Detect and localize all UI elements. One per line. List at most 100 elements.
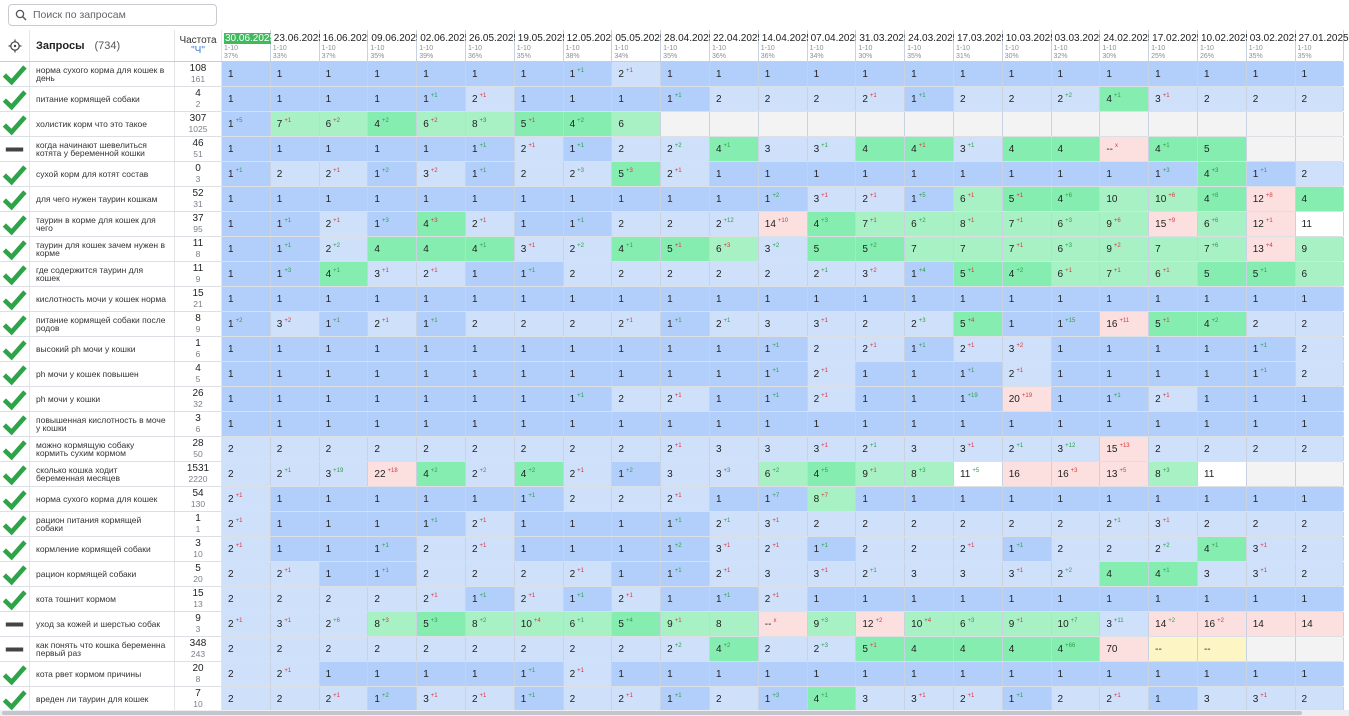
position-cell[interactable]: 2 +2 <box>465 462 515 486</box>
position-cell[interactable]: 1 <box>1100 587 1150 611</box>
position-cell[interactable]: 1 +1 <box>417 87 466 111</box>
position-cell[interactable]: 2 <box>612 437 662 461</box>
position-cell[interactable]: 1 <box>709 412 759 436</box>
position-cell[interactable]: 3 +1 <box>807 137 857 161</box>
position-cell[interactable] <box>709 112 759 136</box>
position-cell[interactable]: 2 +1 <box>514 137 564 161</box>
position-cell[interactable]: 2 +3 <box>905 312 954 336</box>
position-cell[interactable]: 2 <box>1197 512 1247 536</box>
position-cell[interactable]: 10 +7 <box>1051 612 1101 636</box>
position-cell[interactable] <box>905 112 954 136</box>
position-cell[interactable]: 1 <box>1100 62 1150 86</box>
position-cell[interactable]: 1 +1 <box>661 87 710 111</box>
position-cell[interactable]: 4 +3 <box>807 212 857 236</box>
position-cell[interactable]: 2 <box>1149 437 1198 461</box>
date-column-header[interactable]: 30.06.2025 1-10 37% <box>222 30 277 61</box>
position-cell[interactable]: 2 <box>319 637 369 661</box>
table-row[interactable]: когда начинают шевелиться котята у берем… <box>0 137 1345 162</box>
position-cell[interactable]: 2 +1 <box>563 462 613 486</box>
position-cell[interactable]: 1 <box>953 662 1003 686</box>
position-cell[interactable]: 16 <box>1002 462 1052 486</box>
position-cell[interactable]: 2 <box>1197 87 1247 111</box>
position-cell[interactable]: 1 +1 <box>807 537 857 561</box>
position-cell[interactable]: 9 +3 <box>807 612 857 636</box>
position-cell[interactable]: 2 +1 <box>709 312 759 336</box>
position-cell[interactable]: 1 <box>612 187 662 211</box>
position-cell[interactable]: 1 +5 <box>905 187 954 211</box>
position-cell[interactable]: 2 +1 <box>612 62 662 86</box>
position-cell[interactable] <box>1246 637 1296 661</box>
position-cell[interactable]: 1 <box>1051 412 1101 436</box>
position-cell[interactable]: 3 +1 <box>270 612 320 636</box>
table-row[interactable]: высокий ph мочи у кошки 1 6 1 1 1 1 1 1 1 1 1 1 1 1 +1 2… <box>0 337 1345 362</box>
position-cell[interactable]: 1 <box>905 62 954 86</box>
position-cell[interactable]: -- <box>1197 637 1247 661</box>
position-cell[interactable]: 1 <box>465 187 515 211</box>
position-cell[interactable]: 3 <box>1197 687 1247 711</box>
position-cell[interactable]: 4 <box>856 137 906 161</box>
position-cell[interactable]: 1 +1 <box>514 662 564 686</box>
position-cell[interactable]: 1 <box>856 587 906 611</box>
position-cell[interactable]: 4 +1 <box>612 237 662 261</box>
position-cell[interactable]: 1 <box>1100 337 1150 361</box>
position-cell[interactable]: 3 +1 <box>758 512 808 536</box>
position-cell[interactable]: 2 <box>319 587 369 611</box>
position-cell[interactable]: 1 +1 <box>709 587 759 611</box>
position-cell[interactable]: 1 <box>856 362 906 386</box>
position-cell[interactable]: 2 +3 <box>807 637 857 661</box>
position-cell[interactable]: 2 +1 <box>417 262 466 286</box>
position-cell[interactable]: 2 <box>1295 337 1345 361</box>
position-cell[interactable]: 8 <box>709 612 759 636</box>
position-cell[interactable]: 1 <box>465 337 515 361</box>
position-cell[interactable]: 9 +1 <box>856 462 906 486</box>
position-cell[interactable]: 1 +1 <box>905 87 954 111</box>
position-cell[interactable]: 1 <box>368 62 418 86</box>
position-cell[interactable]: 1 <box>856 387 906 411</box>
position-cell[interactable]: 4 <box>905 637 954 661</box>
position-cell[interactable]: 1 <box>514 62 564 86</box>
position-cell[interactable]: 1 <box>222 337 271 361</box>
position-cell[interactable]: 5 +1 <box>1149 312 1198 336</box>
row-status[interactable] <box>0 587 30 611</box>
position-cell[interactable]: 2 <box>270 437 320 461</box>
position-cell[interactable]: 5 +1 <box>953 262 1003 286</box>
date-column-header[interactable]: 14.04.2025 1-10 36% <box>758 30 812 61</box>
target-toggle[interactable] <box>0 30 30 61</box>
position-cell[interactable]: 4 <box>953 637 1003 661</box>
position-cell[interactable]: 1 <box>514 412 564 436</box>
position-cell[interactable]: 1 <box>368 662 418 686</box>
position-cell[interactable]: 6 +3 <box>709 237 759 261</box>
position-cell[interactable]: 3 <box>1197 562 1247 586</box>
position-cell[interactable]: 1 <box>368 137 418 161</box>
position-cell[interactable]: 2 <box>222 687 271 711</box>
position-cell[interactable]: 2 <box>368 637 418 661</box>
position-cell[interactable]: 6 +1 <box>1149 262 1198 286</box>
position-cell[interactable]: 3 +1 <box>514 237 564 261</box>
query-cell[interactable]: норма сухого корма для кошек в день <box>30 62 175 86</box>
position-cell[interactable]: 1 <box>807 587 857 611</box>
position-cell[interactable]: 1 <box>1246 287 1296 311</box>
position-cell[interactable]: 2 +1 <box>1100 512 1150 536</box>
position-cell[interactable]: 5 +3 <box>612 162 662 186</box>
position-cell[interactable]: 1 <box>563 537 613 561</box>
position-cell[interactable]: 1 <box>319 537 369 561</box>
position-cell[interactable]: 1 <box>1051 387 1101 411</box>
position-cell[interactable]: 7 <box>1149 237 1198 261</box>
position-cell[interactable]: 2 +2 <box>319 237 369 261</box>
row-status[interactable] <box>0 287 30 311</box>
position-cell[interactable]: 2 +2 <box>661 637 710 661</box>
position-cell[interactable]: 1 +1 <box>661 312 710 336</box>
position-cell[interactable]: 1 <box>1100 287 1150 311</box>
table-row[interactable]: питание кормящей собаки 4 2 1 1 1 1 1 +1 2 +1 1 1 1 1 +… <box>0 87 1345 112</box>
position-cell[interactable]: 1 <box>465 287 515 311</box>
position-cell[interactable]: 5 +4 <box>953 312 1003 336</box>
position-cell[interactable]: 3 +12 <box>1051 437 1101 461</box>
position-cell[interactable]: 2 <box>1295 437 1345 461</box>
position-cell[interactable]: 1 <box>905 287 954 311</box>
position-cell[interactable]: 4 +2 <box>563 112 613 136</box>
position-cell[interactable]: 3 +1 <box>807 437 857 461</box>
date-column-header[interactable]: 23.06.2025 1-10 33% <box>270 30 324 61</box>
position-cell[interactable]: 4 +1 <box>465 237 515 261</box>
position-cell[interactable]: 1 +1 <box>661 512 710 536</box>
position-cell[interactable]: 3 +11 <box>1100 612 1150 636</box>
